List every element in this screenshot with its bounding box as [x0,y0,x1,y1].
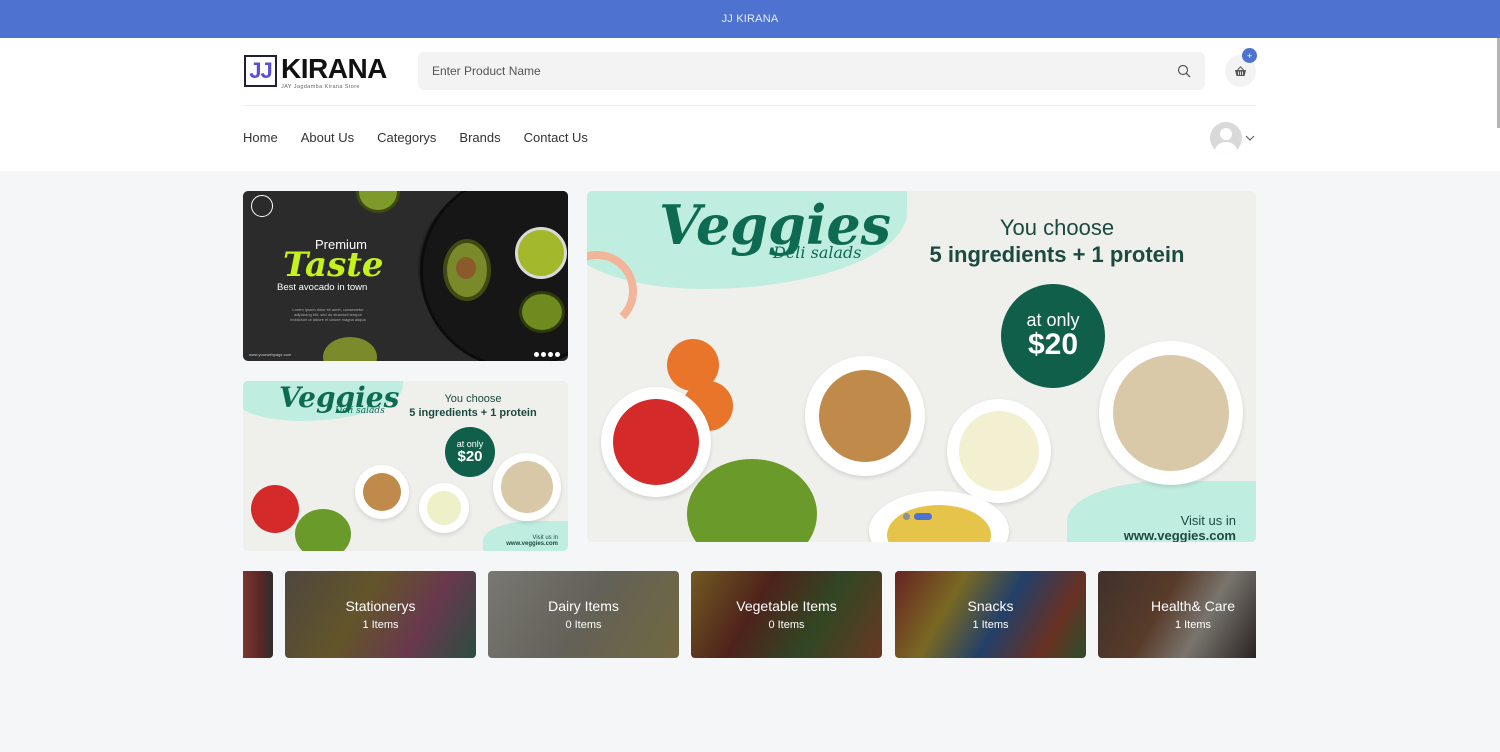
main-nav: Home About Us Categorys Brands Contact U… [243,130,611,145]
logo-tagline: JAY Jagdamba Kirana Store [281,84,360,90]
nav-brands[interactable]: Brands [459,130,500,145]
brand-seal-icon [251,195,273,217]
tomato-graphic [251,485,299,533]
category-card-partial[interactable] [243,571,273,658]
search-bar [418,52,1205,90]
category-name: Health& Care [1150,598,1236,614]
avocado-seed-graphic [456,257,476,279]
cart-badge: + [1242,48,1257,63]
avocado-half-graphic [519,291,565,333]
cart-button[interactable]: + [1225,48,1257,87]
visit-text: Visit us in www.veggies.com [506,535,558,547]
category-count: 0 Items [565,619,602,631]
chevron-down-icon [1245,135,1255,141]
category-card-snacks[interactable]: Snacks 1 Items [895,571,1086,658]
carousel-indicators [903,513,932,520]
search-icon[interactable] [1177,64,1191,78]
user-menu[interactable] [1210,122,1258,154]
header-divider [243,105,1256,106]
visit-text: Visit us in www.veggies.com [1123,513,1236,542]
carousel-dot-active[interactable] [914,513,932,520]
broccoli-graphic [687,459,817,542]
choose-text: You choose 5 ingredients + 1 protein [929,215,1185,267]
best-avocado-text: Best avocado in town [277,282,368,293]
category-count: 1 Items [1174,619,1212,631]
site-header: JJ KIRANA JAY Jagdamba Kirana Store + Ho… [0,38,1500,171]
guacamole-bottom-graphic [323,337,377,361]
guacamole-bowl-graphic [515,227,567,279]
category-name: Vegetable Items [736,598,837,614]
veggies-subtitle: Deli salads [773,243,862,262]
social-icons [534,352,560,357]
category-count: 1 Items [362,619,399,631]
nav-categorys[interactable]: Categorys [377,130,436,145]
category-name: Snacks [967,598,1014,614]
banner-premium-taste[interactable]: Premium Taste Best avocado in town Lorem… [243,191,568,361]
nav-home[interactable]: Home [243,130,278,145]
avatar [1210,122,1242,154]
banner-veggies-large[interactable]: Veggies Deli salads You choose 5 ingredi… [587,191,1256,542]
category-count: 1 Items [972,619,1009,631]
nav-about-us[interactable]: About Us [301,130,354,145]
veggies-subtitle: Deli salads [335,406,385,416]
price-badge: at only $20 [1001,284,1105,388]
lorem-text: Lorem ipsum dolor sit amet, consectetur … [290,307,366,322]
web-text: www.yourwebpage.com [249,352,292,357]
choose-text: You choose 5 ingredients + 1 protein [409,393,537,419]
top-bar-title: JJ KIRANA [721,13,779,25]
avocado-top-graphic [356,191,400,213]
logo-word: KIRANA [281,53,387,84]
search-input[interactable] [418,64,1158,78]
nav-contact-us[interactable]: Contact Us [524,130,588,145]
category-card-vegetable-items[interactable]: Vegetable Items 0 Items [691,571,882,658]
category-name: Stationerys [345,598,416,614]
category-count: 0 Items [768,619,805,631]
category-card-health-care[interactable]: Health& Care 1 Items [1098,571,1256,658]
top-announcement-bar: JJ KIRANA [0,0,1500,38]
category-card-stationerys[interactable]: Stationerys 1 Items [285,571,476,658]
carousel-dot[interactable] [903,513,910,520]
basket-icon [1235,65,1246,76]
broccoli-graphic [295,509,351,551]
logo-mark: JJ [244,55,277,87]
site-logo[interactable]: JJ KIRANA JAY Jagdamba Kirana Store [244,53,404,90]
category-name: Dairy Items [548,598,619,614]
banner-veggies-small[interactable]: Veggies Deli salads You choose 5 ingredi… [243,381,568,551]
taste-text: Taste [283,245,384,285]
price-badge: at only $20 [445,427,495,477]
category-card-dairy-items[interactable]: Dairy Items 0 Items [488,571,679,658]
